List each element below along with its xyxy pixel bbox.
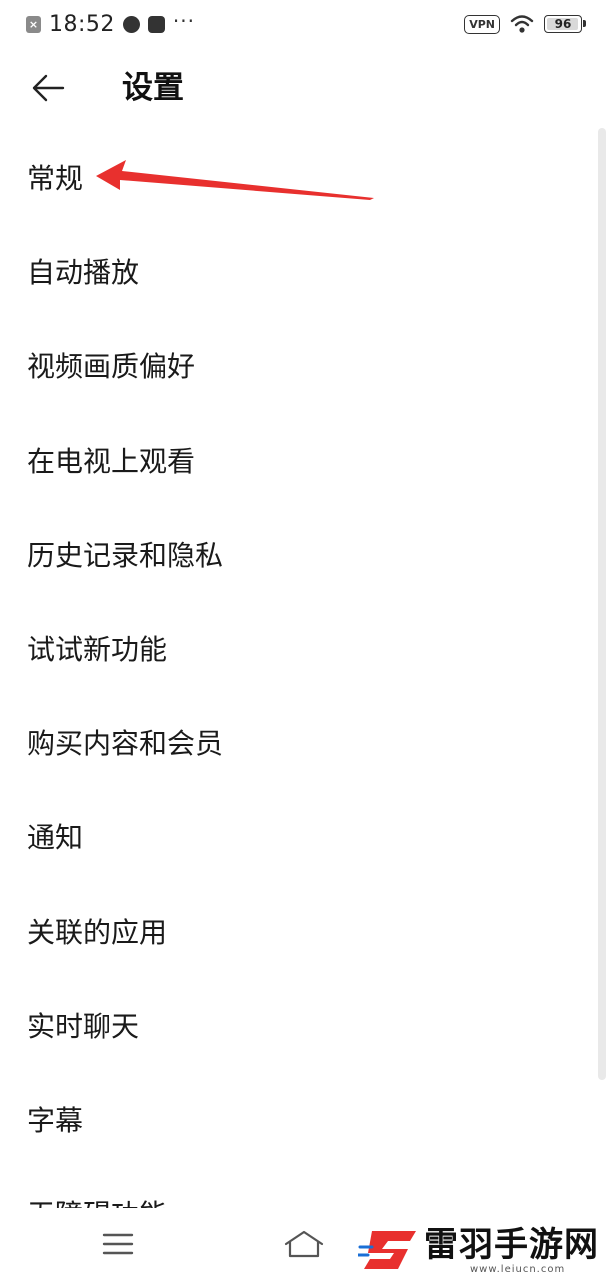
watermark: 雷羽手游网 www.leiucn.com <box>358 1220 606 1280</box>
watermark-name: 雷羽手游网 <box>424 1224 599 1265</box>
status-left: × 18:52 ··· <box>26 9 195 38</box>
battery-indicator: 96 <box>544 15 586 33</box>
status-time: 18:52 <box>49 11 115 37</box>
settings-item-connected-apps[interactable]: 关联的应用 <box>0 884 596 978</box>
settings-item-autoplay[interactable]: 自动播放 <box>0 224 596 318</box>
tiktok-notification-icon <box>147 15 165 33</box>
app-header: 设置 <box>0 48 606 128</box>
watermark-text: 雷羽手游网 www.leiucn.com <box>424 1226 599 1275</box>
home-icon[interactable] <box>282 1226 326 1262</box>
system-nav-bar: 雷羽手游网 www.leiucn.com <box>0 1208 606 1280</box>
app-notification-icon <box>122 15 140 33</box>
settings-item-video-quality[interactable]: 视频画质偏好 <box>0 318 596 412</box>
notification-close-icon: × <box>26 15 41 33</box>
page-title: 设置 <box>122 70 184 106</box>
settings-item-live-chat[interactable]: 实时聊天 <box>0 978 596 1072</box>
settings-item-purchases-memberships[interactable]: 购买内容和会员 <box>0 695 596 789</box>
wifi-icon <box>510 15 534 33</box>
settings-item-accessibility[interactable]: 无障碍功能 <box>0 1166 596 1210</box>
watermark-logo-icon <box>358 1231 416 1269</box>
more-notifications-icon: ··· <box>172 9 195 33</box>
settings-item-watch-on-tv[interactable]: 在电视上观看 <box>0 413 596 507</box>
status-bar: × 18:52 ··· VPN 96 <box>0 0 606 48</box>
settings-item-history-privacy[interactable]: 历史记录和隐私 <box>0 507 596 601</box>
back-button[interactable] <box>24 66 72 110</box>
scrollbar[interactable] <box>598 128 606 1080</box>
annotation-arrow <box>96 160 374 200</box>
watermark-url: www.leiucn.com <box>470 1263 566 1275</box>
annotation-arrow-shape <box>96 160 374 200</box>
menu-icon[interactable] <box>100 1226 136 1262</box>
battery-level: 96 <box>554 17 572 31</box>
vpn-badge: VPN <box>464 14 500 34</box>
arrow-left-icon <box>32 74 65 102</box>
settings-item-notifications[interactable]: 通知 <box>0 789 596 883</box>
settings-item-captions[interactable]: 字幕 <box>0 1072 596 1166</box>
settings-list: 常规 自动播放 视频画质偏好 在电视上观看 历史记录和隐私 试试新功能 购买内容… <box>0 130 596 1210</box>
settings-item-try-new-features[interactable]: 试试新功能 <box>0 601 596 695</box>
status-right: VPN 96 <box>464 12 586 36</box>
